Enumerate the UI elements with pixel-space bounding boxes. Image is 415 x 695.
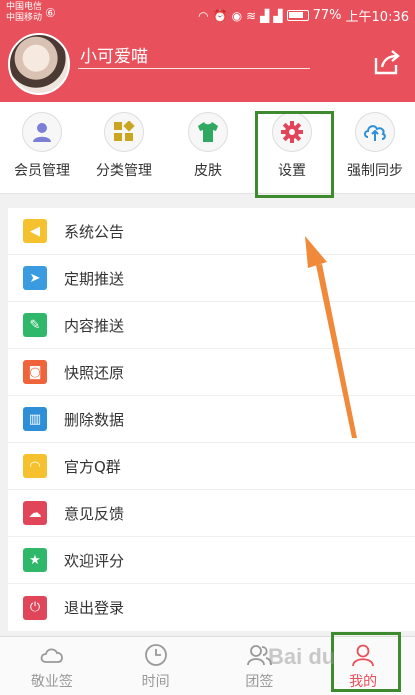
quick-member-management[interactable]: 会员管理 [0, 112, 84, 188]
signal-icon: ▟ [260, 8, 270, 23]
quick-force-sync[interactable]: 强制同步 [333, 112, 415, 188]
nav-label: 团签 [245, 674, 274, 690]
menu-item-logout[interactable]: ⏻ 退出登录 [8, 584, 415, 631]
clock-time: 上午10:36 [345, 10, 409, 25]
user-icon [22, 112, 62, 152]
headset-status-icon: ◠ [198, 8, 209, 23]
edit-icon: ✎ [23, 313, 47, 337]
profile-header: 小可爱喵 [0, 30, 415, 102]
menu-item-official-group[interactable]: ◠ 官方Q群 [8, 443, 415, 490]
status-icons: ◠ ⏰ ◉ ≋ ▟ ▟ 77% 上午10:36 [198, 6, 409, 25]
clock-icon [144, 644, 167, 666]
sync-icon [355, 112, 395, 152]
share-icon[interactable] [372, 48, 402, 76]
menu-item-scheduled-push[interactable]: ➤ 定期推送 [8, 255, 415, 302]
menu-item-label: 官方Q群 [64, 457, 121, 476]
menu-item-content-push[interactable]: ✎ 内容推送 [8, 302, 415, 349]
trash-icon: ▥ [23, 407, 47, 431]
avatar[interactable] [8, 33, 70, 95]
status-bar: 中国电信 中国移动 ⑥ ◠ ⏰ ◉ ≋ ▟ ▟ 77% 上午10:36 [0, 0, 415, 30]
speaker-icon: ◀ [23, 219, 47, 243]
cloud-icon [40, 648, 63, 663]
carrier-1: 中国电信 [6, 2, 43, 12]
menu-item-label: 欢迎评分 [64, 551, 125, 570]
nav-mine[interactable]: 我的 [311, 637, 415, 695]
tshirt-icon [188, 112, 228, 152]
paper-plane-icon: ➤ [23, 266, 47, 290]
quick-category-management[interactable]: 分类管理 [82, 112, 166, 188]
menu-item-announcement[interactable]: ◀ 系统公告 [8, 208, 415, 255]
nav-jingyeqian[interactable]: 敬业签 [0, 637, 104, 695]
menu-item-label: 退出登录 [64, 599, 125, 617]
menu-item-rate[interactable]: ★ 欢迎评分 [8, 537, 415, 584]
group-icon [247, 645, 273, 666]
nav-label: 时间 [141, 674, 170, 690]
menu-item-label: 系统公告 [64, 222, 125, 241]
nav-label: 我的 [349, 674, 378, 690]
menu-item-label: 内容推送 [64, 316, 125, 335]
quick-label: 皮肤 [194, 163, 222, 179]
signal-2-icon: ▟ [273, 8, 283, 23]
menu-item-label: 删除数据 [64, 410, 125, 429]
username[interactable]: 小可爱喵 [80, 42, 148, 67]
person-icon [352, 644, 375, 667]
chat-icon: ☁ [23, 501, 47, 525]
menu-item-label: 意见反馈 [64, 504, 125, 523]
menu-item-label: 定期推送 [64, 269, 125, 288]
menu-item-snapshot-restore[interactable]: ◙ 快照还原 [8, 349, 415, 396]
quick-settings[interactable]: 设置 [250, 112, 334, 188]
star-icon: ★ [23, 548, 47, 572]
username-underline [78, 68, 310, 69]
carrier-info: 中国电信 中国移动 [6, 2, 42, 24]
quick-actions: 会员管理 分类管理 皮肤 设置 强制同步 [0, 102, 415, 194]
quick-label: 设置 [278, 163, 306, 179]
quick-label: 强制同步 [347, 163, 403, 179]
menu-item-label: 快照还原 [64, 363, 125, 382]
wifi-icon: ≋ [246, 8, 257, 23]
menu-list: ◀ 系统公告 ➤ 定期推送 ✎ 内容推送 ◙ 快照还原 ▥ 删除数据 ◠ 官方Q… [8, 208, 415, 631]
quick-label: 分类管理 [96, 163, 152, 179]
carrier-logo-icon: ⑥ [45, 6, 56, 20]
gear-icon [272, 112, 312, 152]
alarm-icon: ⏰ [212, 8, 228, 23]
headset-icon: ◠ [23, 454, 47, 478]
menu-item-feedback[interactable]: ☁ 意见反馈 [8, 490, 415, 537]
quick-label: 会员管理 [14, 163, 70, 179]
battery-icon [286, 10, 309, 21]
eye-icon: ◉ [231, 8, 243, 23]
nav-group-sign[interactable]: 团签 [208, 637, 312, 695]
power-icon: ⏻ [23, 595, 47, 620]
battery-level: 77% [312, 8, 342, 23]
bottom-nav: 敬业签 时间 团签 我的 [0, 636, 415, 695]
category-icon [104, 112, 144, 152]
carrier-2: 中国移动 [6, 13, 43, 23]
quick-skin[interactable]: 皮肤 [166, 112, 250, 188]
nav-time[interactable]: 时间 [104, 637, 208, 695]
nav-label: 敬业签 [30, 674, 73, 690]
menu-item-delete-data[interactable]: ▥ 删除数据 [8, 396, 415, 443]
camera-icon: ◙ [23, 360, 47, 384]
